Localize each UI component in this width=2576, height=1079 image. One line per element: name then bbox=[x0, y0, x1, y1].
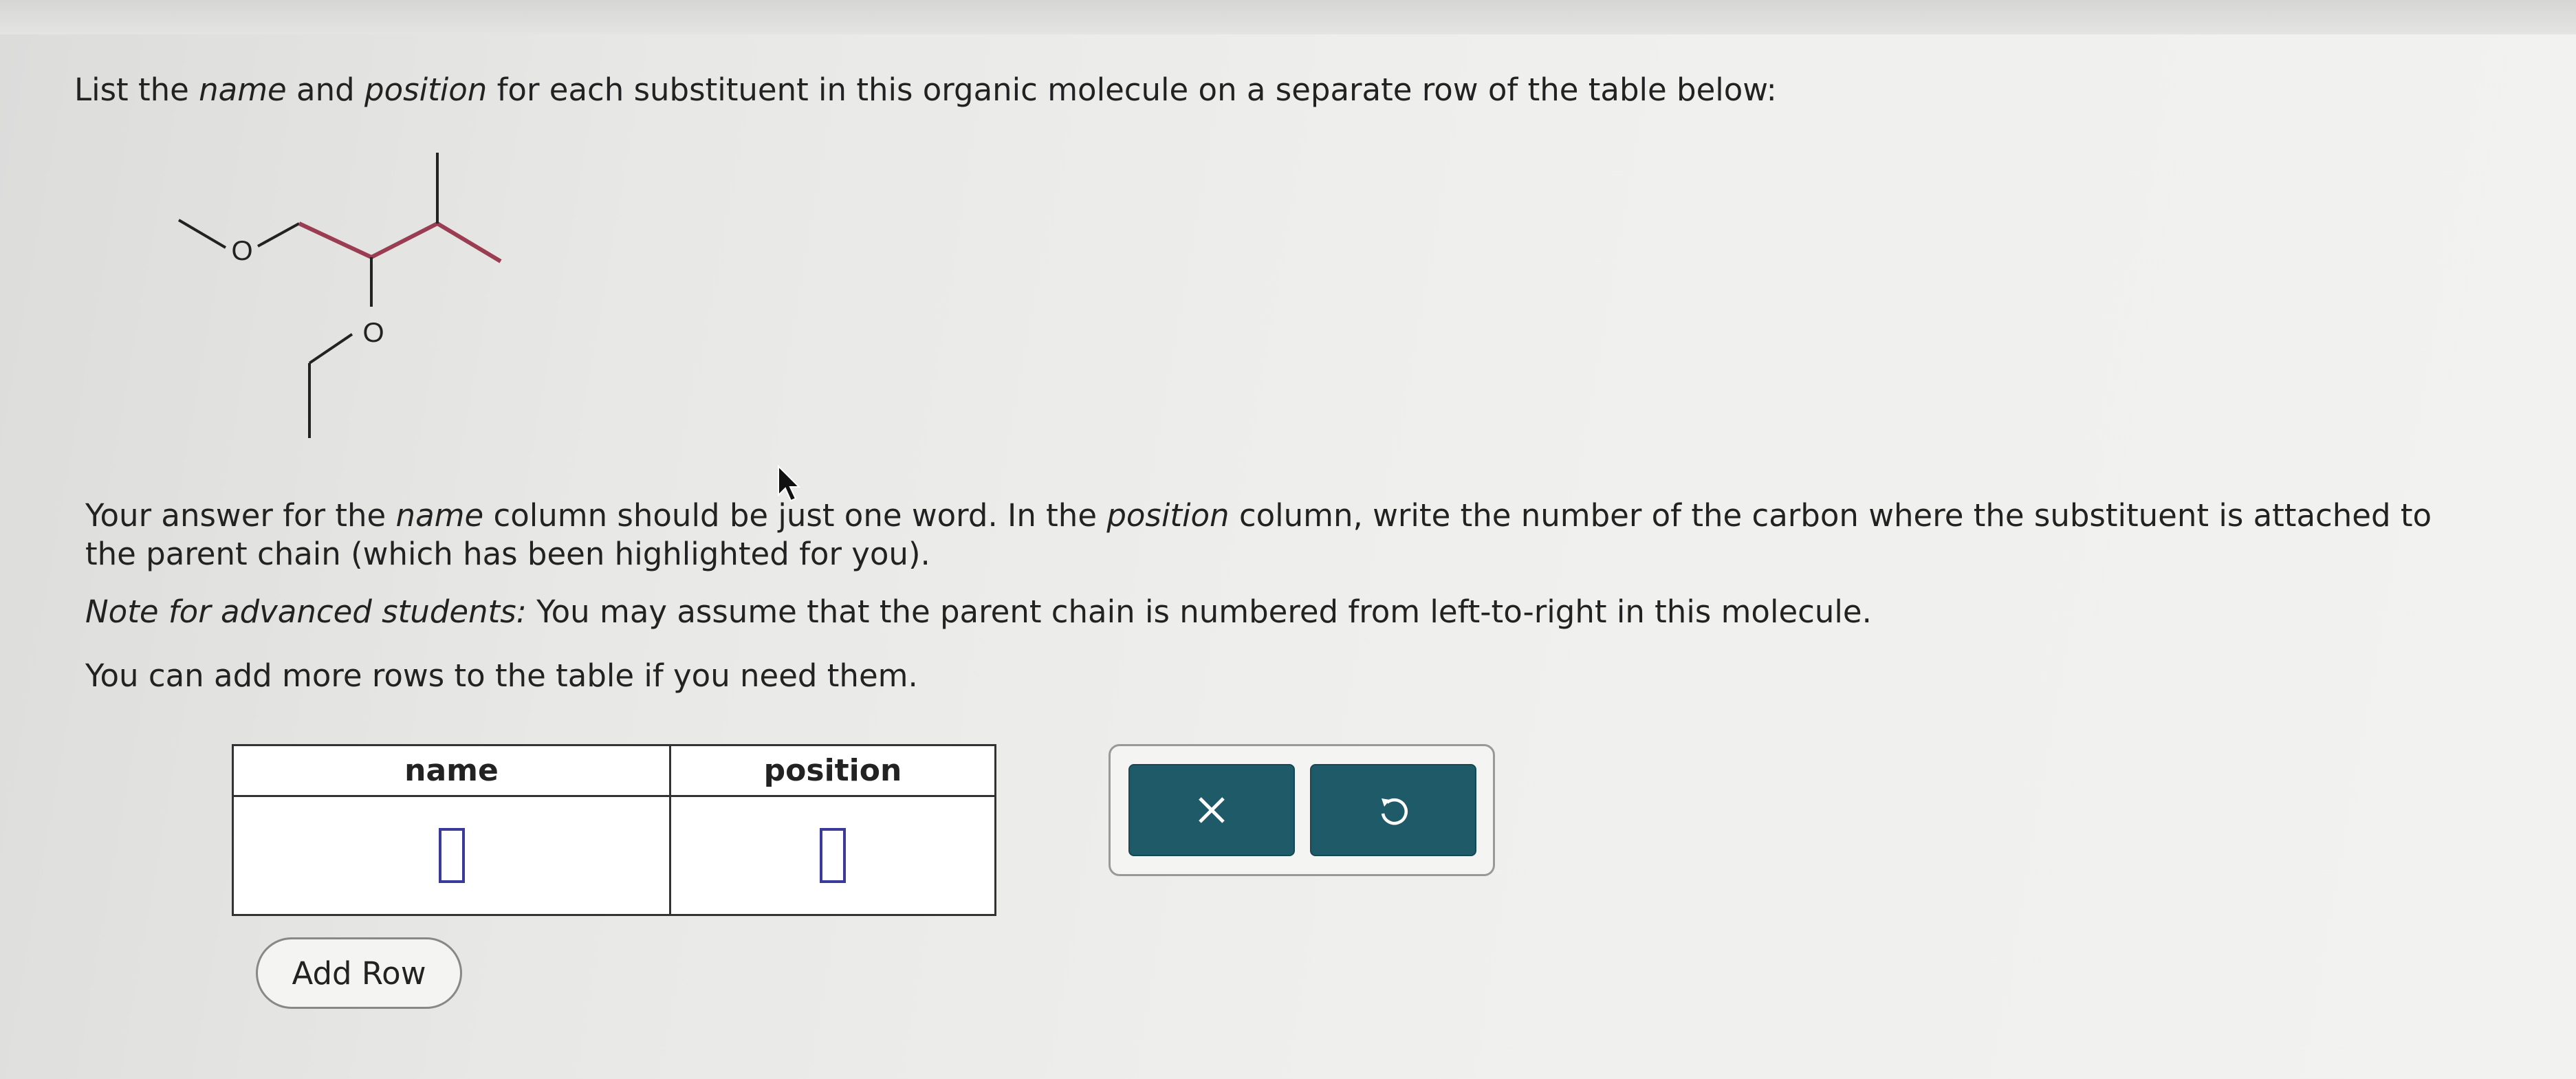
add-row-button[interactable]: Add Row bbox=[256, 937, 462, 1009]
parent-chain-bond bbox=[298, 221, 373, 259]
column-header-name: name bbox=[232, 744, 671, 797]
question-prompt: List the name and position for each subs… bbox=[74, 72, 1777, 108]
parent-chain-bond bbox=[370, 221, 439, 259]
bond bbox=[308, 333, 353, 364]
column-header-position: position bbox=[669, 744, 996, 797]
table-row bbox=[232, 795, 996, 916]
undo-button[interactable] bbox=[1310, 764, 1476, 856]
name-cell bbox=[232, 795, 671, 916]
close-x-icon bbox=[1199, 797, 1225, 823]
mouse-cursor-icon bbox=[778, 465, 801, 502]
position-input[interactable] bbox=[820, 828, 846, 883]
name-input[interactable] bbox=[438, 828, 465, 883]
position-cell bbox=[669, 795, 996, 916]
molecule-structure: O O bbox=[177, 153, 502, 438]
table-header-row: name position bbox=[232, 744, 996, 797]
answer-table: name position bbox=[232, 744, 996, 916]
top-edge-strip bbox=[0, 0, 2576, 34]
answer-tools-panel bbox=[1109, 744, 1495, 876]
clear-button[interactable] bbox=[1128, 764, 1295, 856]
bond bbox=[177, 219, 227, 249]
undo-arrow-icon bbox=[1381, 798, 1408, 825]
answer-instructions: Your answer for the name column should b… bbox=[85, 497, 2432, 572]
advanced-note: Note for advanced students: You may assu… bbox=[85, 593, 1872, 630]
oxygen-label: O bbox=[362, 318, 384, 348]
parent-chain-bond bbox=[436, 221, 502, 263]
oxygen-label: O bbox=[231, 236, 252, 266]
add-rows-note: You can add more rows to the table if yo… bbox=[85, 657, 918, 694]
bond bbox=[257, 222, 300, 248]
